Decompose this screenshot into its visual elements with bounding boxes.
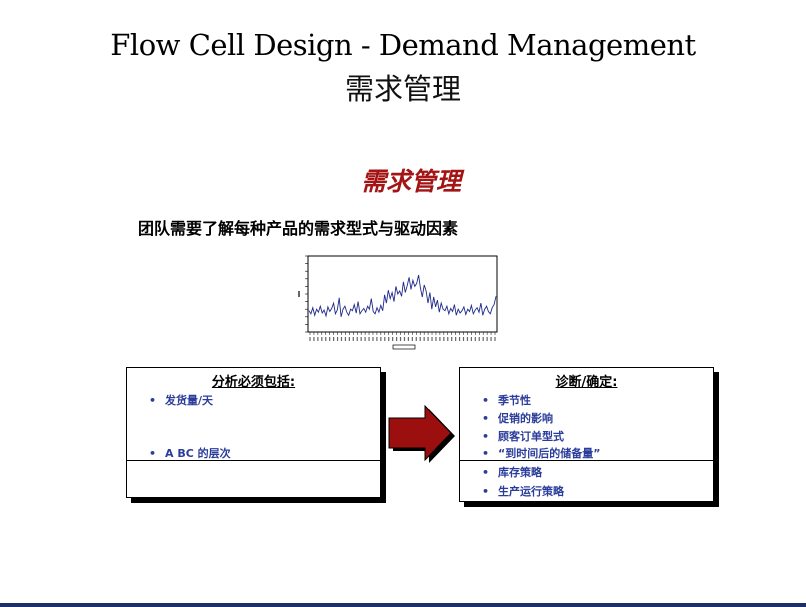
- diagnosis-box-divider: [460, 460, 713, 461]
- analysis-item: • 发货量/天: [149, 392, 213, 408]
- x-tick-label: [494, 337, 496, 341]
- diagnosis-item: • 促销的影响: [482, 410, 553, 426]
- analysis-box-heading: 分析必须包括:: [211, 375, 296, 390]
- x-tick-label: [333, 337, 335, 341]
- x-tick-label: [317, 337, 319, 341]
- key-statement: 团队需要了解每种产品的需求型式与驱动因素: [138, 219, 459, 238]
- analysis-box: 分析必须包括: • 发货量/天 • A BC 的层次: [126, 367, 381, 498]
- x-tick-label: [462, 337, 465, 341]
- x-tick-label: [395, 337, 398, 341]
- x-tick-label: [309, 337, 311, 341]
- bullet-icon: •: [482, 466, 490, 479]
- diagnosis-item: • 库存策略: [482, 464, 542, 480]
- bullet-icon: •: [482, 485, 490, 498]
- right-arrow-icon: [388, 405, 455, 463]
- x-tick-label: [411, 337, 413, 341]
- diagnosis-item-label: 库存策略: [498, 466, 542, 479]
- x-tick-label: [443, 337, 445, 341]
- x-tick-label: [325, 337, 327, 341]
- x-tick-label: [321, 337, 323, 341]
- diagnosis-box: 诊断/确定: • 季节性 • 促销的影响 • 顾客订单型式 • “到时间后的储备量” •…: [459, 367, 714, 502]
- x-tick-label: [415, 337, 417, 341]
- footer-rule: [0, 603, 806, 607]
- demand-chart-svg: [298, 255, 498, 350]
- x-tick-label: [451, 337, 453, 341]
- diagnosis-item-label: 季节性: [498, 394, 531, 407]
- diagnosis-item: • “到时间后的储备量”: [482, 445, 600, 461]
- analysis-item-label: 发货量/天: [165, 394, 214, 407]
- x-tick-label: [360, 337, 362, 341]
- analysis-box-divider: [127, 460, 380, 461]
- chart-axis-caption: [392, 344, 416, 350]
- diagnosis-box-heading: 诊断/确定:: [555, 375, 618, 390]
- x-tick-label: [336, 337, 339, 341]
- x-tick-label: [340, 337, 343, 341]
- x-tick-label: [482, 337, 484, 341]
- x-tick-label: [458, 337, 461, 341]
- slide-title-chinese: 需求管理: [344, 72, 461, 106]
- bullet-icon: •: [482, 447, 490, 460]
- x-tick-label: [419, 337, 421, 341]
- x-tick-label: [329, 337, 331, 341]
- x-tick-label: [474, 337, 476, 341]
- bullet-icon: •: [482, 430, 490, 443]
- bullet-icon: •: [482, 394, 490, 407]
- bullet-icon: •: [149, 394, 157, 407]
- bullet-icon: •: [149, 447, 157, 460]
- section-subtitle: 需求管理: [360, 167, 461, 196]
- x-tick-label: [478, 337, 480, 341]
- bullet-icon: •: [482, 412, 490, 425]
- analysis-item: • A BC 的层次: [149, 445, 231, 461]
- x-tick-label: [399, 337, 402, 341]
- y-axis-mark: [298, 291, 300, 297]
- x-tick-label: [344, 337, 347, 341]
- x-tick-label: [490, 337, 492, 341]
- x-tick-label: [384, 337, 386, 341]
- diagnosis-item-label: 生产运行策略: [498, 485, 564, 498]
- x-tick-label: [372, 337, 374, 341]
- x-tick-label: [376, 337, 378, 341]
- slide-title: Flow Cell Design - Demand Management: [110, 28, 696, 62]
- analysis-item-label: A BC 的层次: [165, 447, 231, 460]
- x-tick-label: [423, 337, 425, 341]
- x-tick-label: [470, 337, 472, 341]
- x-tick-label: [455, 337, 457, 341]
- diagnosis-item: • 季节性: [482, 392, 531, 408]
- x-tick-label: [439, 337, 441, 341]
- diagnosis-item: • 顾客订单型式: [482, 428, 564, 444]
- x-tick-label: [348, 337, 350, 341]
- x-tick-label: [407, 337, 410, 341]
- chart-plot-area: [307, 255, 498, 333]
- x-tick-label: [313, 337, 315, 341]
- x-tick-label: [352, 337, 354, 341]
- x-tick-label: [380, 337, 382, 341]
- diagnosis-item-label: 顾客订单型式: [498, 430, 564, 443]
- x-tick-label: [368, 337, 370, 341]
- diagnosis-item-label: “到时间后的储备量”: [498, 447, 601, 460]
- x-tick-label: [392, 337, 394, 341]
- x-tick-label: [427, 337, 429, 341]
- diagnosis-item-label: 促销的影响: [498, 412, 553, 425]
- x-tick-label: [435, 337, 437, 341]
- x-tick-label: [388, 337, 390, 341]
- x-tick-label: [447, 337, 449, 341]
- diagnosis-item: • 生产运行策略: [482, 483, 564, 499]
- x-tick-label: [364, 337, 366, 341]
- x-tick-label: [486, 337, 488, 341]
- demand-chart: [296, 252, 501, 356]
- x-tick-label: [356, 337, 358, 341]
- x-tick-label: [466, 337, 469, 341]
- x-tick-label: [431, 337, 433, 341]
- x-tick-label: [403, 337, 406, 341]
